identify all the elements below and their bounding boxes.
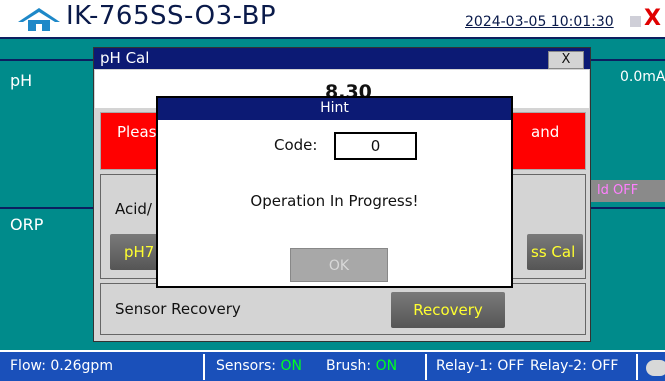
sensors-label: Sensors:: [216, 358, 276, 374]
brush-label: Brush:: [326, 358, 372, 374]
relay1-status: Relay-1: OFF: [436, 358, 524, 374]
ph-label: pH: [10, 71, 33, 90]
sensor-recovery-label: Sensor Recovery: [115, 300, 241, 318]
brush-value: ON: [375, 358, 398, 374]
title-bar: IK-765SS-O3-BP 2024-03-05 10:01:30 X: [0, 0, 665, 37]
hint-dialog: Hint Code: 0 Operation In Progress! OK: [156, 96, 513, 288]
flow-label: Flow:: [10, 358, 46, 374]
relay2-status: Relay-2: OFF: [530, 358, 618, 374]
ph7-button[interactable]: pH7: [110, 234, 160, 270]
home-icon[interactable]: [16, 6, 62, 32]
press-cal-button[interactable]: ss Cal: [527, 234, 583, 270]
hold-status[interactable]: ld OFF: [591, 180, 665, 202]
sensor-recovery-group: Sensor Recovery Recovery: [100, 283, 586, 335]
flow-status: Flow: 0.26gpm: [10, 358, 113, 374]
orp-label: ORP: [10, 215, 44, 234]
relay1-value: OFF: [497, 358, 525, 374]
hint-message: Operation In Progress!: [250, 192, 419, 210]
scroll-indicator[interactable]: [646, 360, 665, 376]
device-name: IK-765SS-O3-BP: [66, 1, 277, 31]
hint-title: Hint: [320, 100, 349, 116]
code-label: Code:: [274, 136, 318, 154]
status-indicator: [630, 16, 641, 27]
dialog-title: pH Cal: [100, 49, 150, 67]
sensors-status: Sensors: ON: [216, 358, 302, 374]
flow-value: 0.26gpm: [50, 358, 113, 374]
warning-text-right: and: [531, 123, 560, 141]
panel-divider: [0, 37, 665, 39]
status-divider: [203, 354, 205, 380]
ph-output-value: 0.0mA: [620, 69, 665, 85]
close-button[interactable]: X: [548, 51, 584, 69]
status-bar: Flow: 0.26gpm Sensors: ON Brush: ON Rela…: [0, 350, 665, 381]
warning-text-left: Pleas: [117, 123, 157, 141]
hint-titlebar: Hint: [158, 98, 511, 120]
sensors-value: ON: [280, 358, 302, 374]
alarm-icon[interactable]: X: [644, 6, 661, 31]
date-time: 2024-03-05 10:01:30: [465, 14, 614, 30]
status-divider: [636, 354, 638, 380]
relay2-value: OFF: [591, 358, 619, 374]
acid-label: Acid/: [115, 200, 152, 218]
status-divider: [425, 354, 427, 380]
recovery-button[interactable]: Recovery: [391, 292, 505, 328]
brush-status: Brush: ON: [326, 358, 397, 374]
ok-button[interactable]: OK: [290, 248, 388, 282]
dialog-titlebar: pH Cal X: [94, 48, 590, 69]
relay1-label: Relay-1:: [436, 358, 493, 374]
relay2-label: Relay-2:: [530, 358, 587, 374]
code-input[interactable]: 0: [334, 132, 417, 160]
